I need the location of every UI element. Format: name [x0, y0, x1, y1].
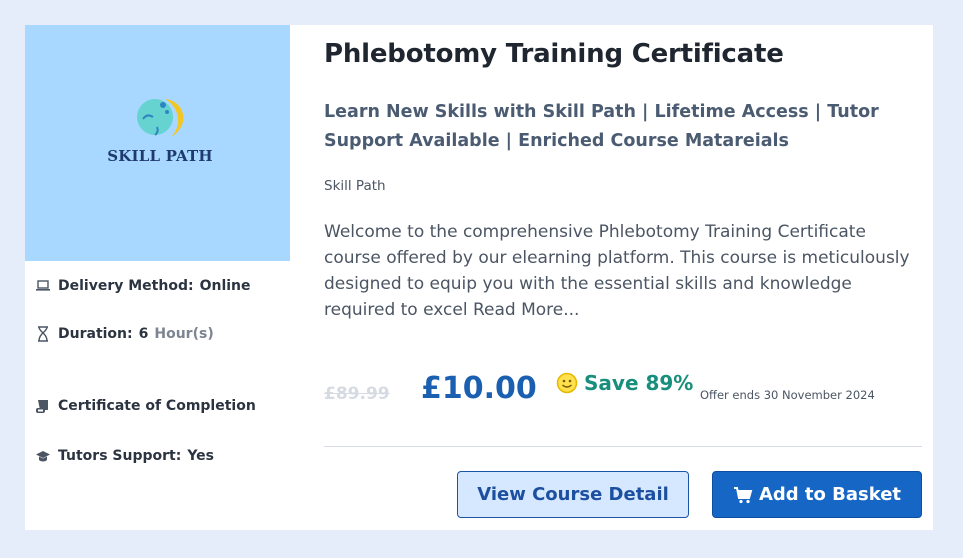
- duration-label: Duration:: [58, 326, 133, 342]
- tutor-support-row: Tutors Support: Yes: [35, 446, 214, 466]
- course-title[interactable]: Phlebotomy Training Certificate: [324, 39, 784, 69]
- delivery-method-label: Delivery Method:: [58, 278, 194, 294]
- current-price: £10.00: [421, 371, 537, 406]
- offer-ends: Offer ends 30 November 2024: [700, 388, 875, 402]
- course-provider: Skill Path: [324, 178, 386, 194]
- duration-row: Duration: 6 Hour(s): [35, 324, 214, 344]
- logo-text: SKILL PATH: [107, 147, 213, 165]
- course-card: SKILL PATH Delivery Method: Online Durat…: [25, 25, 933, 530]
- read-more-link[interactable]: Read More...: [473, 300, 579, 320]
- tutor-support-value: Yes: [187, 448, 214, 464]
- divider: [324, 446, 922, 447]
- laptop-icon: [35, 278, 51, 294]
- smile-icon: [556, 372, 578, 394]
- scroll-icon: [35, 398, 51, 414]
- hourglass-icon: [35, 326, 51, 342]
- add-to-basket-label: Add to Basket: [758, 484, 902, 505]
- old-price: £89.99: [324, 384, 390, 404]
- duration-value: 6: [138, 326, 149, 342]
- course-subtitle: Learn New Skills with Skill Path | Lifet…: [324, 102, 879, 151]
- certificate-label: Certificate of Completion: [58, 398, 256, 414]
- tutor-support-label: Tutors Support:: [58, 448, 182, 464]
- graduation-cap-icon: [35, 448, 51, 464]
- add-to-basket-button[interactable]: Add to Basket: [712, 471, 922, 518]
- duration-unit: Hour(s): [154, 326, 214, 342]
- save-badge: Save 89%: [556, 371, 693, 395]
- save-text: Save 89%: [584, 371, 694, 395]
- course-thumbnail[interactable]: SKILL PATH: [25, 25, 290, 261]
- delivery-method-row: Delivery Method: Online: [35, 276, 251, 296]
- description-text: Welcome to the comprehensive Phlebotomy …: [324, 222, 910, 320]
- logo-graphic: [137, 99, 184, 137]
- course-description: Welcome to the comprehensive Phlebotomy …: [324, 219, 922, 323]
- course-right-column: Phlebotomy Training Certificate Learn Ne…: [324, 25, 922, 530]
- course-left-column: SKILL PATH Delivery Method: Online Durat…: [25, 25, 290, 530]
- view-course-detail-button[interactable]: View Course Detail: [457, 471, 689, 518]
- delivery-method-value: Online: [199, 278, 251, 294]
- certificate-row: Certificate of Completion: [35, 396, 262, 416]
- cart-icon: [733, 486, 753, 504]
- skill-path-logo: SKILL PATH: [105, 93, 215, 173]
